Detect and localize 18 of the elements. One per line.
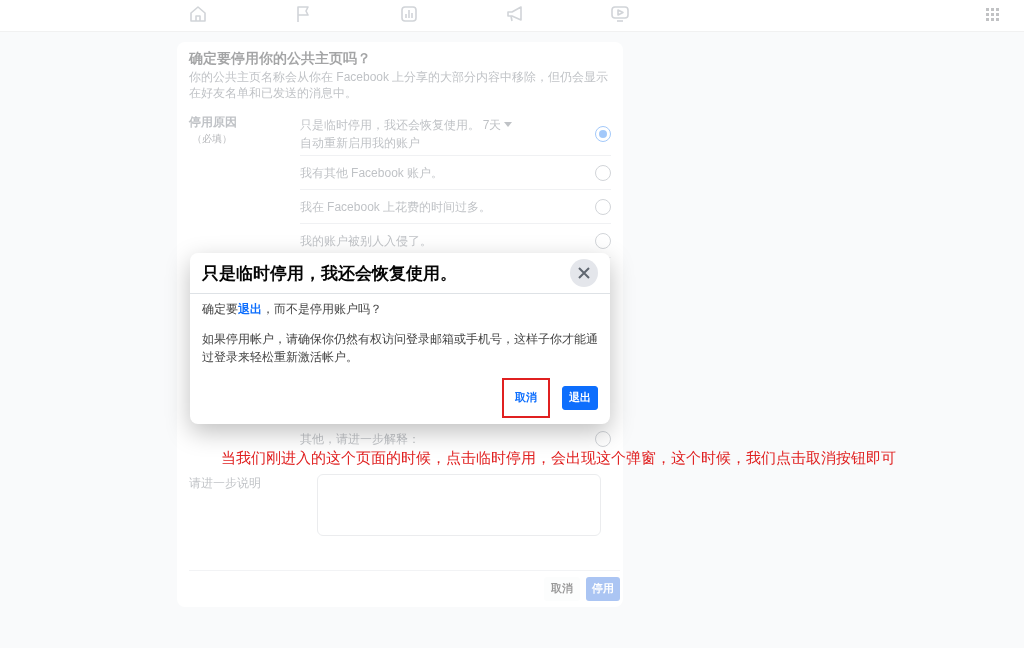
close-button[interactable] bbox=[570, 259, 598, 287]
exit-link[interactable]: 退出 bbox=[238, 302, 262, 316]
required-hint: （必填） bbox=[191, 132, 233, 147]
annotation-text: 当我们刚进入的这个页面的时候，点击临时停用，会出现这个弹窗，这个时候，我们点击取消按钮即可 bbox=[221, 448, 896, 468]
option-label: 我有其他 Facebook 账户。 bbox=[299, 164, 444, 182]
exit-button[interactable]: 退出 bbox=[562, 386, 598, 410]
field-label: 停用原因 bbox=[189, 114, 238, 132]
caret-icon bbox=[504, 122, 513, 129]
page-title: 确定要停用你的公共主页吗？ bbox=[189, 49, 372, 68]
home-icon[interactable] bbox=[188, 4, 208, 24]
video-icon[interactable] bbox=[610, 4, 630, 24]
cancel-button[interactable]: 取消 bbox=[508, 386, 544, 410]
dialog-message: 如果停用帐户，请确保你仍然有权访问登录邮箱或手机号，这样子你才能通过登录来轻松重新激活帐户。 bbox=[202, 331, 598, 366]
chart-icon[interactable] bbox=[399, 4, 419, 24]
dialog-title: 只是临时停用，我还会恢复使用。 bbox=[202, 262, 457, 284]
megaphone-icon[interactable] bbox=[505, 4, 525, 24]
close-icon bbox=[577, 266, 591, 280]
dialog-question: 确定要退出，而不是停用账户吗？ bbox=[202, 301, 383, 318]
